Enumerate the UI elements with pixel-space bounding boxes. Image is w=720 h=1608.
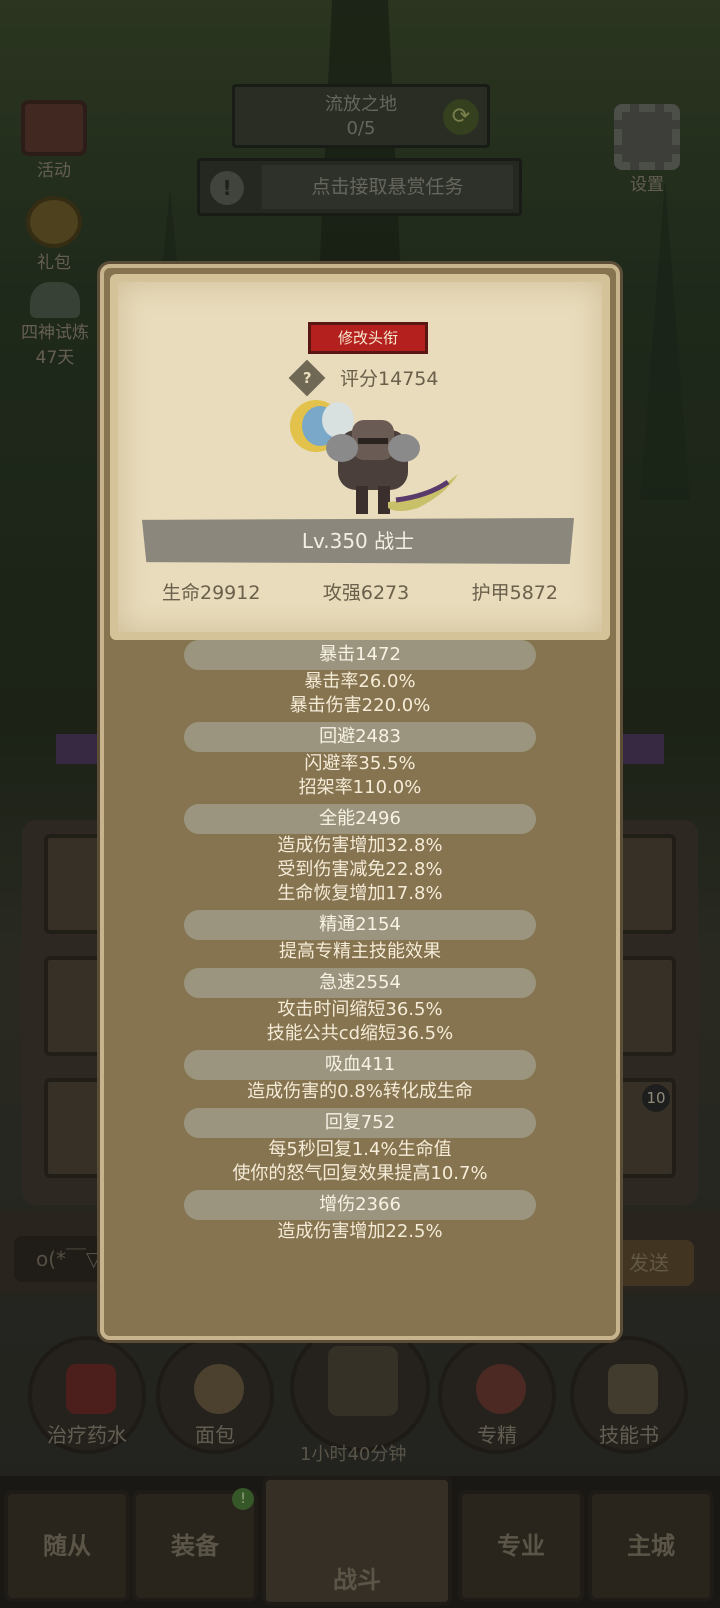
stat-line: 技能公共cd缩短36.5%: [266, 1023, 454, 1044]
stat-line: 使你的怒气回复效果提高10.7%: [232, 1163, 488, 1184]
stat-header: 全能2496: [184, 804, 536, 834]
stat-line: 生命恢复增加17.8%: [277, 883, 443, 904]
level-class-banner: Lv.350 战士: [142, 518, 574, 564]
score-value: 评分14754: [340, 368, 439, 390]
stat-line: 提高专精主技能效果: [279, 941, 441, 962]
stat-header: 急速2554: [184, 968, 536, 998]
warrior-avatar: [290, 400, 458, 514]
stat-line: 造成伤害的0.8%转化成生命: [247, 1081, 473, 1102]
base-stats-row: 生命29912 攻强6273 护甲5872: [138, 578, 582, 605]
hp-stat: 生命29912: [162, 582, 261, 604]
stat-line: 暴击伤害220.0%: [289, 695, 431, 716]
stat-line: 暴击率26.0%: [304, 671, 416, 692]
stat-header: 回避2483: [184, 722, 536, 752]
stat-line: 招架率110.0%: [298, 777, 422, 798]
character-card: 修改头衔 ? 评分14754 Lv.350 战士 生命29912 攻强6273 …: [110, 274, 610, 640]
stat-header: 吸血411: [184, 1050, 536, 1080]
stat-line: 造成伤害增加22.5%: [277, 1221, 443, 1242]
stat-header: 精通2154: [184, 910, 536, 940]
stat-line: 攻击时间缩短36.5%: [277, 999, 443, 1020]
attack-stat: 攻强6273: [322, 582, 410, 604]
stat-header: 回复752: [184, 1108, 536, 1138]
armor-stat: 护甲5872: [471, 582, 558, 604]
edit-title-button[interactable]: 修改头衔: [308, 322, 428, 354]
stat-line: 每5秒回复1.4%生命值: [268, 1139, 452, 1160]
stat-line: 造成伤害增加32.8%: [277, 835, 443, 856]
stat-line: 闪避率35.5%: [304, 753, 416, 774]
stat-header: 增伤2366: [184, 1190, 536, 1220]
secondary-stats-list: 暴击1472 暴击率26.0% 暴击伤害220.0% 回避2483 闪避率35.…: [104, 640, 616, 1244]
stat-line: 受到伤害减免22.8%: [277, 859, 443, 880]
character-stats-dialog: 修改头衔 ? 评分14754 Lv.350 战士 生命29912 攻强6273 …: [100, 264, 620, 1340]
stat-header: 暴击1472: [184, 640, 536, 670]
